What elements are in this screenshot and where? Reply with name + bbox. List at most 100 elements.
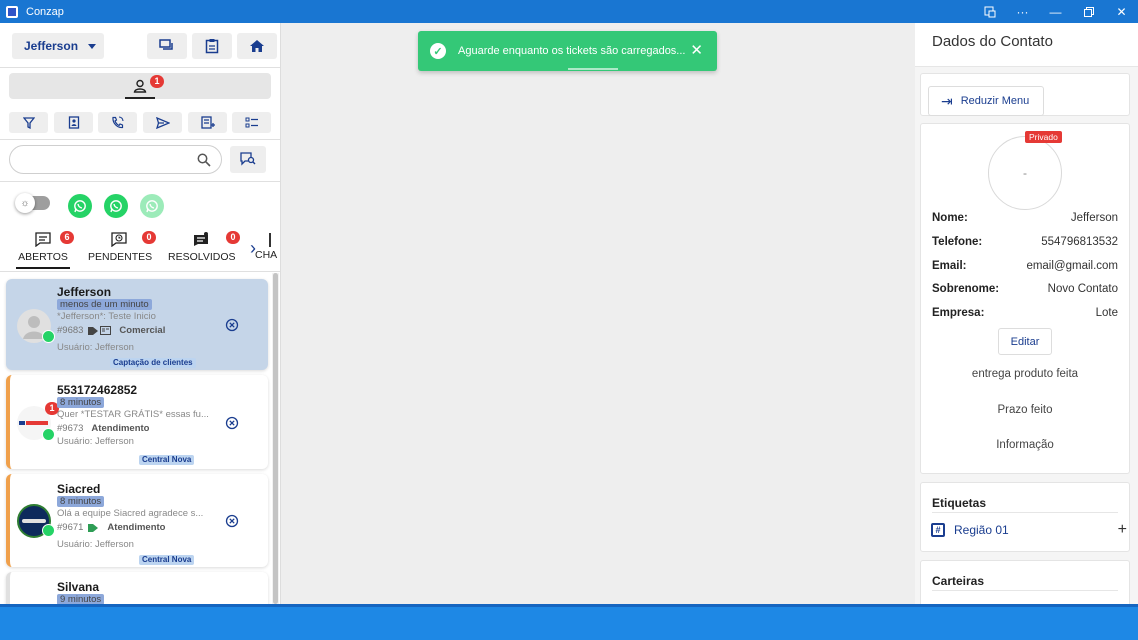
tag-icon <box>88 326 99 335</box>
info-row-nome: Nome: Jefferson <box>932 212 1118 224</box>
calls-button[interactable] <box>98 112 137 133</box>
tab-badge: 6 <box>60 231 74 244</box>
caret-down-icon <box>88 43 97 49</box>
close-ticket-icon[interactable] <box>225 514 239 528</box>
close-window-button[interactable]: ✕ <box>1105 0 1138 23</box>
tag-label: Região 01 <box>954 523 1009 537</box>
send-button[interactable] <box>143 112 182 133</box>
contacts-button[interactable] <box>54 112 93 133</box>
field-value: Novo Contato <box>1047 283 1118 295</box>
ticket-card[interactable]: 1 553172462852 8 minutos Quer *TESTAR GR… <box>6 375 268 469</box>
toast-progress <box>568 68 618 70</box>
send-icon <box>155 116 170 129</box>
group-badge: Captação de clientes <box>110 358 196 368</box>
reduce-menu-label: Reduzir Menu <box>960 95 1030 107</box>
field-value: Jefferson <box>1070 212 1118 224</box>
whatsapp-icon <box>42 524 55 537</box>
close-toast-icon[interactable]: ✕ <box>690 41 703 59</box>
ticket-card[interactable]: Jefferson menos de um minuto *Jefferson*… <box>6 279 268 370</box>
window-title: Conzap <box>26 5 64 18</box>
search-chat-button[interactable] <box>230 146 266 173</box>
chat-bubble-icon <box>35 232 51 247</box>
filter-button[interactable] <box>9 112 48 133</box>
divider <box>932 590 1118 591</box>
ticket-card[interactable]: Silvana 9 minutos <box>6 572 268 604</box>
divider <box>0 271 280 272</box>
app-logo-icon <box>6 5 18 18</box>
time-badge: 8 minutos <box>57 397 105 408</box>
ticket-card[interactable]: Siacred 8 minutos Olá a equipe Siacred a… <box>6 474 268 567</box>
siacred-logo-icon <box>22 519 46 523</box>
field-label: Nome: <box>932 212 968 224</box>
company-logo-icon <box>19 421 48 425</box>
queue-name: Atendimento <box>107 522 166 533</box>
wallets-box: Carteiras <box>920 560 1130 604</box>
hash-icon: # <box>931 523 945 537</box>
ticket-list-scrollbar[interactable] <box>272 273 279 604</box>
whatsapp-connection-1-icon[interactable] <box>68 194 92 218</box>
wallets-title: Carteiras <box>932 574 985 588</box>
new-note-button[interactable] <box>188 112 227 133</box>
tab-chatbot[interactable]: CHA <box>255 249 277 261</box>
close-ticket-icon[interactable] <box>225 318 239 332</box>
time-badge: 8 minutos <box>57 496 105 507</box>
tags-title: Etiquetas <box>932 496 987 510</box>
tab-abertos[interactable]: ABERTOS 6 <box>16 226 74 271</box>
more-icon[interactable]: ··· <box>1006 0 1039 23</box>
last-message: *Jefferson*: Teste Inicio <box>57 311 156 322</box>
tag-item[interactable]: # Região 01 + <box>931 521 1127 539</box>
collapse-arrow-icon: ⇥ <box>941 92 953 109</box>
user-name: Jefferson <box>24 39 79 53</box>
scrollbar-thumb[interactable] <box>273 273 278 604</box>
whatsapp-connection-2-icon[interactable] <box>104 194 128 218</box>
home-icon <box>250 40 264 52</box>
list-view-button[interactable] <box>232 112 271 133</box>
close-ticket-icon[interactable] <box>225 416 239 430</box>
divider <box>0 181 280 182</box>
tab-pendentes[interactable]: PENDENTES 0 <box>88 226 156 271</box>
taskbar <box>0 604 1138 640</box>
time-badge: 9 minutos <box>57 594 105 604</box>
search-box <box>9 145 222 174</box>
chat-icon <box>159 39 173 50</box>
reduce-menu-button[interactable]: ⇥ Reduzir Menu <box>928 86 1044 116</box>
extra-info-item: Prazo feito <box>997 404 1053 416</box>
tab-label: PENDENTES <box>88 251 153 263</box>
private-badge: Privado <box>1025 131 1062 143</box>
ticket-meta: #9671 Atendimento <box>57 522 165 533</box>
group-badge: Central Nova <box>139 455 195 465</box>
sun-icon: ☼ <box>15 193 35 213</box>
assigned-user: Usuário: Jefferson <box>57 436 134 447</box>
card-icon <box>100 326 112 335</box>
clipboard-icon <box>205 39 219 54</box>
add-tag-icon[interactable]: + <box>1118 521 1127 539</box>
restore-button[interactable] <box>1072 0 1105 23</box>
ticket-meta: #9683 Comercial <box>57 325 165 336</box>
show-all-toggle[interactable]: ☼ <box>15 193 50 213</box>
tab-badge: 0 <box>226 231 240 244</box>
tab-my-tickets[interactable]: 1 <box>9 73 271 99</box>
clipboard-button[interactable] <box>192 33 232 59</box>
tags-box: Etiquetas # Região 01 + <box>920 482 1130 552</box>
field-label: Telefone: <box>932 236 983 248</box>
pin-window-icon[interactable] <box>973 0 1006 23</box>
assigned-user: Usuário: Jefferson <box>57 342 134 353</box>
divider <box>0 67 280 68</box>
chat-search-icon <box>240 152 256 166</box>
tab-resolvidos[interactable]: RESOLVIDOS 0 <box>168 226 240 271</box>
edit-contact-button[interactable]: Editar <box>998 328 1052 355</box>
search-icon[interactable] <box>197 153 211 167</box>
search-input[interactable] <box>10 146 190 173</box>
ticket-id: #9671 <box>57 522 84 533</box>
chat-area: ✓ Aguarde enquanto os tickets são carreg… <box>281 23 915 604</box>
whatsapp-connection-3-icon[interactable] <box>140 194 164 218</box>
check-icon: ✓ <box>430 43 446 59</box>
extra-info-item: entrega produto feita <box>971 368 1079 380</box>
user-select[interactable]: Jefferson <box>12 33 104 59</box>
divider <box>0 139 280 140</box>
contact-avatar: - <box>988 136 1062 210</box>
home-button[interactable] <box>237 33 277 59</box>
chat-button[interactable] <box>147 33 187 59</box>
ticket-meta: #9673 Atendimento <box>57 423 149 434</box>
minimize-button[interactable]: — <box>1039 0 1072 23</box>
